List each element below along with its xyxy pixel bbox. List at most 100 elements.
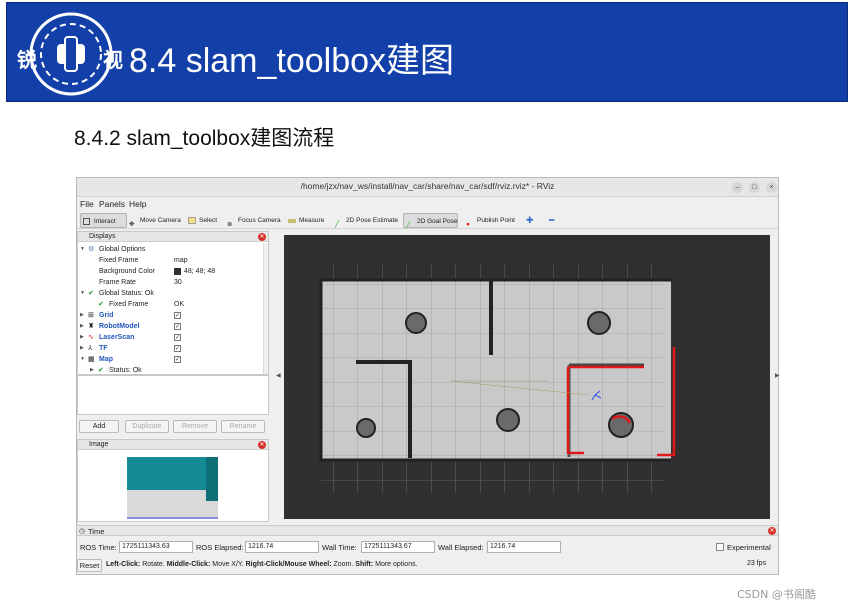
rviz-3d-viewport[interactable]: ◀ [276, 235, 770, 519]
select-icon [188, 217, 196, 224]
fps-readout: 23 fps [747, 560, 767, 567]
cursor-icon [83, 218, 90, 225]
expand-arrow-icon[interactable]: ▶ [80, 332, 84, 343]
menu-bar: File Panels Help [77, 198, 778, 211]
minimize-button[interactable]: – [732, 182, 743, 193]
displays-header: Displays ✕ [78, 232, 268, 242]
tool-pose-estimate[interactable]: ╱ 2D Pose Estimate [333, 213, 398, 228]
slam-map [319, 265, 676, 493]
logo-icon: 锐 视 [17, 12, 123, 96]
expand-arrow-icon[interactable]: ▶ [80, 343, 84, 354]
collapse-arrow-icon[interactable]: ▼ [80, 354, 85, 365]
displays-panel: Displays ✕ ▼ ⚙ Global Options Fixed Frame ma… [77, 231, 269, 375]
slide-title: 8.4 slam_toolbox建图 [129, 42, 455, 80]
image-panel: Image ✕ [77, 439, 269, 522]
display-row-fixed-frame-status[interactable]: ✔ Fixed Frame OK [78, 299, 267, 310]
tool-interact[interactable]: Interact [80, 213, 127, 228]
tool-measure[interactable]: Measure [286, 213, 324, 228]
displays-close-icon[interactable]: ✕ [258, 233, 266, 241]
measure-icon [288, 219, 296, 223]
add-tool-icon[interactable]: ✚ [522, 213, 534, 228]
move-camera-icon: ✥ [129, 221, 135, 228]
add-button[interactable]: Add [79, 420, 119, 433]
tool-focus-camera[interactable]: ⊕ Focus Camera [225, 213, 281, 228]
image-header: Image ✕ [78, 440, 268, 450]
remove-tool-icon[interactable]: ━ [545, 213, 554, 228]
displays-scrollbar[interactable] [263, 243, 268, 374]
time-icon: ◷ [79, 528, 86, 535]
tool-goal-pose[interactable]: ╱ 2D Goal Pose [403, 213, 458, 229]
expand-arrow-icon[interactable]: ▶ [80, 310, 84, 321]
reset-button[interactable]: Reset [77, 559, 102, 572]
rename-button[interactable]: Rename [221, 420, 265, 433]
pose-estimate-icon: ╱ [335, 221, 339, 228]
goal-pose-icon: ╱ [406, 222, 410, 229]
expand-arrow-icon[interactable]: ▶ [80, 321, 84, 332]
grid-icon: ⊞ [88, 312, 94, 319]
ros-time-field[interactable]: 1725111343.63 [119, 541, 193, 553]
logo-char-right: 视 [103, 48, 123, 72]
rviz-window: /home/jzx/nav_ws/install/nav_car/share/n… [76, 177, 780, 575]
display-row-laserscan[interactable]: ▶ ∿ LaserScan ✓ [78, 332, 267, 343]
robot-icon: ♜ [88, 323, 95, 330]
laser-icon: ∿ [88, 334, 94, 341]
focus-camera-icon: ⊕ [227, 221, 233, 228]
collapse-arrow-icon[interactable]: ▼ [80, 288, 85, 299]
time-panel: ◷ Time ✕ ROS Time: 1725111343.63 ROS Ela… [77, 525, 778, 574]
color-swatch [174, 268, 181, 275]
experimental-checkbox[interactable] [716, 543, 724, 551]
display-row-grid[interactable]: ▶ ⊞ Grid ✓ [78, 310, 267, 321]
image-close-icon[interactable]: ✕ [258, 441, 266, 449]
display-row-global-options[interactable]: ▼ ⚙ Global Options [78, 244, 267, 255]
camera-image [127, 457, 218, 519]
wall-elapsed-field[interactable]: 1216.74 [487, 541, 561, 553]
tf-icon: ⅄ [88, 345, 93, 352]
tool-move-camera[interactable]: ✥ Move Camera [127, 213, 181, 228]
grid-checkbox[interactable]: ✓ [174, 312, 181, 319]
experimental-label: Experimental [727, 543, 771, 552]
wall-elapsed-label: Wall Elapsed: [438, 543, 484, 552]
display-row-fixed-frame[interactable]: Fixed Frame map [78, 255, 267, 266]
tool-publish-point[interactable]: ● Publish Point [464, 213, 515, 228]
duplicate-button[interactable]: Duplicate [125, 420, 169, 433]
right-dock-arrow-icon[interactable]: ▶ [775, 372, 780, 379]
check-icon: ✔ [98, 301, 104, 308]
close-button[interactable]: × [766, 182, 777, 193]
time-header: ◷ Time ✕ [77, 525, 778, 536]
display-row-global-status[interactable]: ▼ ✔ Global Status: Ok [78, 288, 267, 299]
map-checkbox[interactable]: ✓ [174, 356, 181, 363]
menu-help[interactable]: Help [129, 199, 146, 209]
mouse-hint: Left-Click: Rotate. Middle-Click: Move X… [106, 561, 418, 568]
map-icon: ▦ [88, 356, 95, 363]
tf-checkbox[interactable]: ✓ [174, 345, 181, 352]
maximize-button[interactable]: □ [749, 182, 760, 193]
left-dock-arrow-icon[interactable]: ◀ [276, 372, 281, 379]
display-row-map[interactable]: ▼ ▦ Map ✓ [78, 354, 267, 365]
collapse-arrow-icon[interactable]: ▼ [80, 244, 85, 255]
wall-time-label: Wall Time: [322, 543, 357, 552]
remove-button[interactable]: Remove [173, 420, 217, 433]
laserscan-checkbox[interactable]: ✓ [174, 334, 181, 341]
logo-char-left: 锐 [17, 48, 37, 72]
window-title: /home/jzx/nav_ws/install/nav_car/share/n… [300, 181, 555, 191]
ros-time-label: ROS Time: [80, 543, 117, 552]
watermark: CSDN @书阁酷 [737, 588, 816, 601]
title-banner: 锐 视 8.4 slam_toolbox建图 [6, 2, 848, 102]
slide-subtitle: 8.4.2 slam_toolbox建图流程 [74, 127, 335, 150]
ros-elapsed-label: ROS Elapsed: [196, 543, 244, 552]
display-row-tf[interactable]: ▶ ⅄ TF ✓ [78, 343, 267, 354]
ros-elapsed-field[interactable]: 1216.74 [245, 541, 319, 553]
wall-time-field[interactable]: 1725111343.67 [361, 541, 435, 553]
tool-select[interactable]: Select [186, 213, 217, 228]
display-row-frame-rate[interactable]: Frame Rate 30 [78, 277, 267, 288]
robotmodel-checkbox[interactable]: ✓ [174, 323, 181, 330]
time-close-icon[interactable]: ✕ [768, 527, 776, 535]
window-titlebar[interactable]: /home/jzx/nav_ws/install/nav_car/share/n… [77, 178, 778, 197]
menu-panels[interactable]: Panels [99, 199, 125, 209]
tool-bar: Interact ✥ Move Camera Select ⊕ Focus Came… [77, 212, 778, 229]
publish-point-icon: ● [466, 221, 470, 228]
display-row-robotmodel[interactable]: ▶ ♜ RobotModel ✓ [78, 321, 267, 332]
gear-icon: ⚙ [88, 246, 95, 253]
menu-file[interactable]: File [80, 199, 94, 209]
display-row-background-color[interactable]: Background Color 48; 48; 48 [78, 266, 267, 277]
